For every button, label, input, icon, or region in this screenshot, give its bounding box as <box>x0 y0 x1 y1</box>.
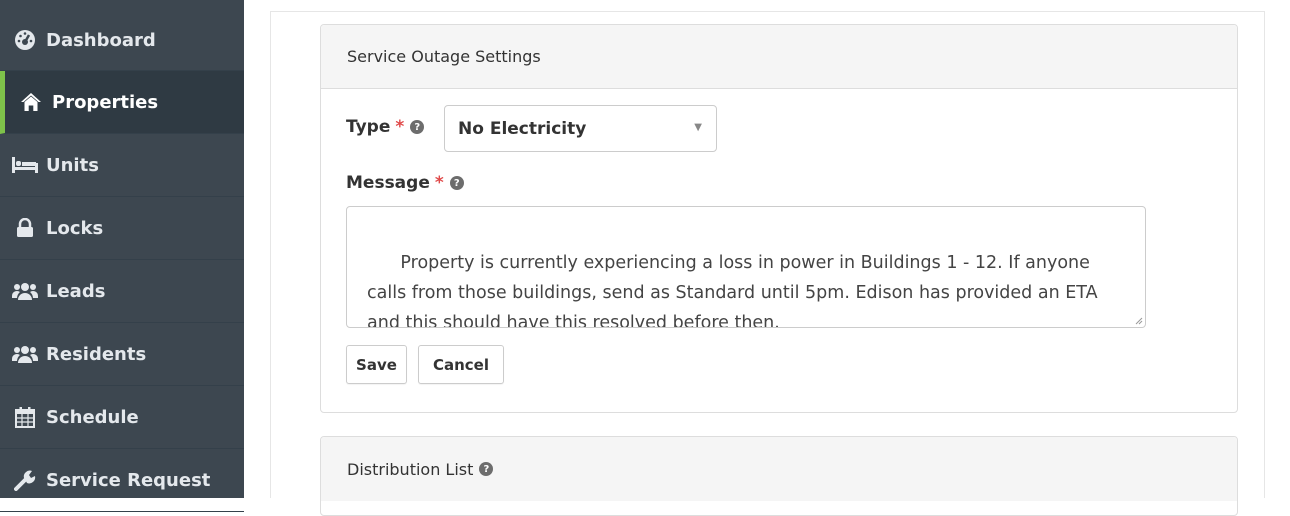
type-select[interactable]: No Electricity ▼ <box>444 105 717 152</box>
message-label: Message * ? <box>346 173 464 193</box>
sidebar-item-label: Residents <box>46 343 147 365</box>
sidebar-item-label: Locks <box>46 217 104 239</box>
home-icon <box>18 91 44 113</box>
chevron-down-icon: ▼ <box>694 122 702 133</box>
dashboard-icon <box>12 29 38 51</box>
sidebar-item-locks[interactable]: Locks <box>0 197 244 260</box>
users-icon <box>12 280 38 302</box>
required-marker: * <box>395 117 405 137</box>
cancel-button[interactable]: Cancel <box>418 345 504 384</box>
sidebar-item-service-request[interactable]: Service Request <box>0 449 244 512</box>
sidebar-item-label: Properties <box>52 91 159 113</box>
sidebar-item-properties[interactable]: Properties <box>0 71 244 134</box>
type-label-text: Type <box>346 117 391 137</box>
sidebar-item-label: Units <box>46 154 99 176</box>
lock-icon <box>12 217 38 239</box>
save-button-label: Save <box>356 355 397 374</box>
sidebar-item-label: Service Request <box>46 469 211 491</box>
save-button[interactable]: Save <box>346 345 407 384</box>
cancel-button-label: Cancel <box>432 355 489 374</box>
message-text: Property is currently experiencing a los… <box>367 253 1104 328</box>
type-select-value: No Electricity <box>458 118 587 139</box>
sidebar-item-label: Schedule <box>46 406 139 428</box>
sidebar-item-dashboard[interactable]: Dashboard <box>0 10 244 71</box>
panel-title: Service Outage Settings <box>321 25 1237 89</box>
sidebar-item-units[interactable]: Units <box>0 134 244 197</box>
calendar-icon <box>12 406 38 428</box>
wrench-icon <box>12 469 38 491</box>
type-label: Type * ? <box>346 117 425 137</box>
required-marker: * <box>434 173 444 193</box>
divider <box>1264 11 1265 498</box>
sidebar-item-residents[interactable]: Residents <box>0 323 244 386</box>
distribution-list-title: Distribution List <box>347 459 474 479</box>
help-icon[interactable]: ? <box>410 120 425 134</box>
distribution-list-panel: Distribution List ? <box>320 436 1238 516</box>
sidebar-item-schedule[interactable]: Schedule <box>0 386 244 449</box>
sidebar-item-label: Leads <box>46 280 106 302</box>
panel-title: Distribution List ? <box>321 437 1237 501</box>
help-icon[interactable]: ? <box>479 462 494 476</box>
bed-icon <box>12 154 38 176</box>
sidebar: Dashboard Properties Units Locks Leads R… <box>0 0 244 512</box>
sidebar-item-leads[interactable]: Leads <box>0 260 244 323</box>
divider <box>270 11 1265 12</box>
service-outage-title: Service Outage Settings <box>347 47 541 66</box>
divider <box>270 11 271 498</box>
resize-grip-icon[interactable] <box>1135 317 1143 325</box>
sidebar-item-label: Dashboard <box>46 29 156 51</box>
service-outage-panel: Service Outage Settings Type * ? No Elec… <box>320 24 1238 413</box>
users-icon <box>12 343 38 365</box>
message-textarea[interactable]: Property is currently experiencing a los… <box>346 206 1146 328</box>
message-label-text: Message <box>346 173 430 193</box>
help-icon[interactable]: ? <box>449 176 464 190</box>
